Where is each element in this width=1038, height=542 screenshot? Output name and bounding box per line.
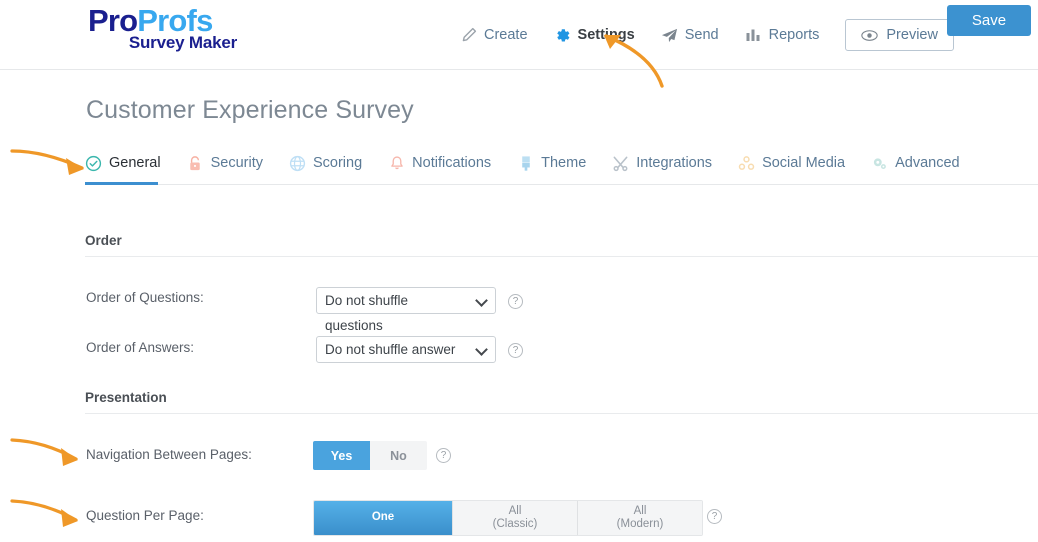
paint-brush-icon	[517, 155, 534, 172]
nav-item-create[interactable]: Create	[460, 27, 528, 44]
tab-general[interactable]: General	[85, 148, 161, 178]
tab-label-general: General	[109, 155, 161, 171]
app-header: ProProfs Survey Maker Create Settings	[0, 0, 1038, 70]
top-navigation: Create Settings Send Reports	[460, 0, 954, 70]
logo-wordmark: ProProfs	[88, 5, 238, 36]
qpp-option-all-classic[interactable]: All (Classic)	[452, 501, 577, 535]
tab-advanced[interactable]: Advanced	[871, 148, 960, 178]
section-rule-order	[85, 256, 1038, 257]
qpp-option-all-modern-line1: All	[634, 505, 647, 518]
order-of-questions-value: Do not shuffle questions	[325, 293, 408, 333]
save-label: Save	[972, 12, 1006, 29]
nav-label-reports: Reports	[769, 27, 820, 43]
help-icon-question-per-page[interactable]: ?	[707, 509, 722, 524]
tab-theme[interactable]: Theme	[517, 148, 586, 178]
label-order-of-answers: Order of Answers:	[86, 340, 194, 355]
tab-label-notifications: Notifications	[412, 155, 491, 171]
section-title-order: Order	[85, 233, 122, 248]
tab-scoring[interactable]: Scoring	[289, 148, 362, 178]
tab-label-advanced: Advanced	[895, 155, 960, 171]
qpp-option-one-label: One	[372, 511, 394, 524]
tab-label-integrations: Integrations	[636, 155, 712, 171]
proprofs-logo[interactable]: ProProfs Survey Maker	[88, 5, 238, 53]
order-of-answers-select[interactable]: Do not shuffle answer	[316, 336, 496, 363]
check-circle-icon	[85, 155, 102, 172]
tab-label-scoring: Scoring	[313, 155, 362, 171]
nav-item-reports[interactable]: Reports	[745, 27, 820, 44]
qpp-option-all-classic-line1: All	[509, 505, 522, 518]
arrow-to-question-per-page-row	[8, 496, 88, 536]
nav-label-send: Send	[685, 27, 719, 43]
nav-item-send[interactable]: Send	[661, 27, 719, 44]
help-icon-order-of-answers[interactable]: ?	[508, 343, 523, 358]
arrow-to-navigation-row	[8, 435, 88, 475]
qpp-option-all-classic-line2: (Classic)	[493, 518, 538, 531]
tab-label-social-media: Social Media	[762, 155, 845, 171]
pencil-icon	[460, 27, 477, 44]
tab-label-theme: Theme	[541, 155, 586, 171]
qpp-option-all-modern[interactable]: All (Modern)	[577, 501, 702, 535]
nav-label-settings: Settings	[578, 27, 635, 43]
tab-security[interactable]: Security	[187, 148, 263, 178]
preview-button[interactable]: Preview	[845, 19, 954, 51]
nav-item-settings[interactable]: Settings	[554, 27, 635, 44]
section-rule-presentation	[85, 413, 1038, 414]
label-navigation-between-pages: Navigation Between Pages:	[86, 447, 252, 462]
section-title-presentation: Presentation	[85, 390, 167, 405]
help-icon-order-of-questions[interactable]: ?	[508, 294, 523, 309]
help-glyph: ?	[441, 451, 447, 461]
tabs-bottom-border	[85, 184, 1038, 185]
help-glyph: ?	[712, 512, 718, 522]
nav-label-create: Create	[484, 27, 528, 43]
tab-label-security: Security	[211, 155, 263, 171]
help-glyph: ?	[513, 346, 519, 356]
eye-icon	[861, 27, 878, 44]
qpp-option-all-modern-line2: (Modern)	[617, 518, 664, 531]
lock-icon	[187, 155, 204, 172]
settings-tabbar: General Security Scoring Notifications	[0, 148, 1038, 186]
label-question-per-page: Question Per Page:	[86, 508, 204, 523]
navigation-no-option[interactable]: No	[370, 441, 427, 470]
save-button[interactable]: Save	[947, 5, 1031, 36]
order-of-questions-select[interactable]: Do not shuffle questions	[316, 287, 496, 314]
tab-integrations[interactable]: Integrations	[612, 148, 712, 178]
label-order-of-questions: Order of Questions:	[86, 290, 204, 305]
bar-chart-icon	[745, 27, 762, 44]
page-title: Customer Experience Survey	[86, 96, 414, 125]
qpp-option-one[interactable]: One	[314, 501, 452, 535]
order-of-answers-value: Do not shuffle answer	[325, 342, 455, 357]
active-tab-underline	[85, 182, 158, 185]
help-glyph: ?	[513, 297, 519, 307]
tab-social-media[interactable]: Social Media	[738, 148, 845, 178]
gear-icon	[554, 27, 571, 44]
bell-icon	[388, 155, 405, 172]
question-per-page-toggle[interactable]: One All (Classic) All (Modern)	[313, 500, 703, 536]
preview-label: Preview	[886, 27, 938, 43]
paper-plane-icon	[661, 27, 678, 44]
help-icon-navigation-between-pages[interactable]: ?	[436, 448, 451, 463]
navigation-yes-option[interactable]: Yes	[313, 441, 370, 470]
globe-icon	[289, 155, 306, 172]
share-icon	[738, 155, 755, 172]
tab-notifications[interactable]: Notifications	[388, 148, 491, 178]
gears-icon	[871, 155, 888, 172]
navigation-between-pages-toggle[interactable]: Yes No	[313, 441, 427, 470]
settings-tabs: General Security Scoring Notifications	[85, 148, 986, 178]
tools-icon	[612, 155, 629, 172]
app-window: ProProfs Survey Maker Create Settings	[0, 0, 1038, 542]
